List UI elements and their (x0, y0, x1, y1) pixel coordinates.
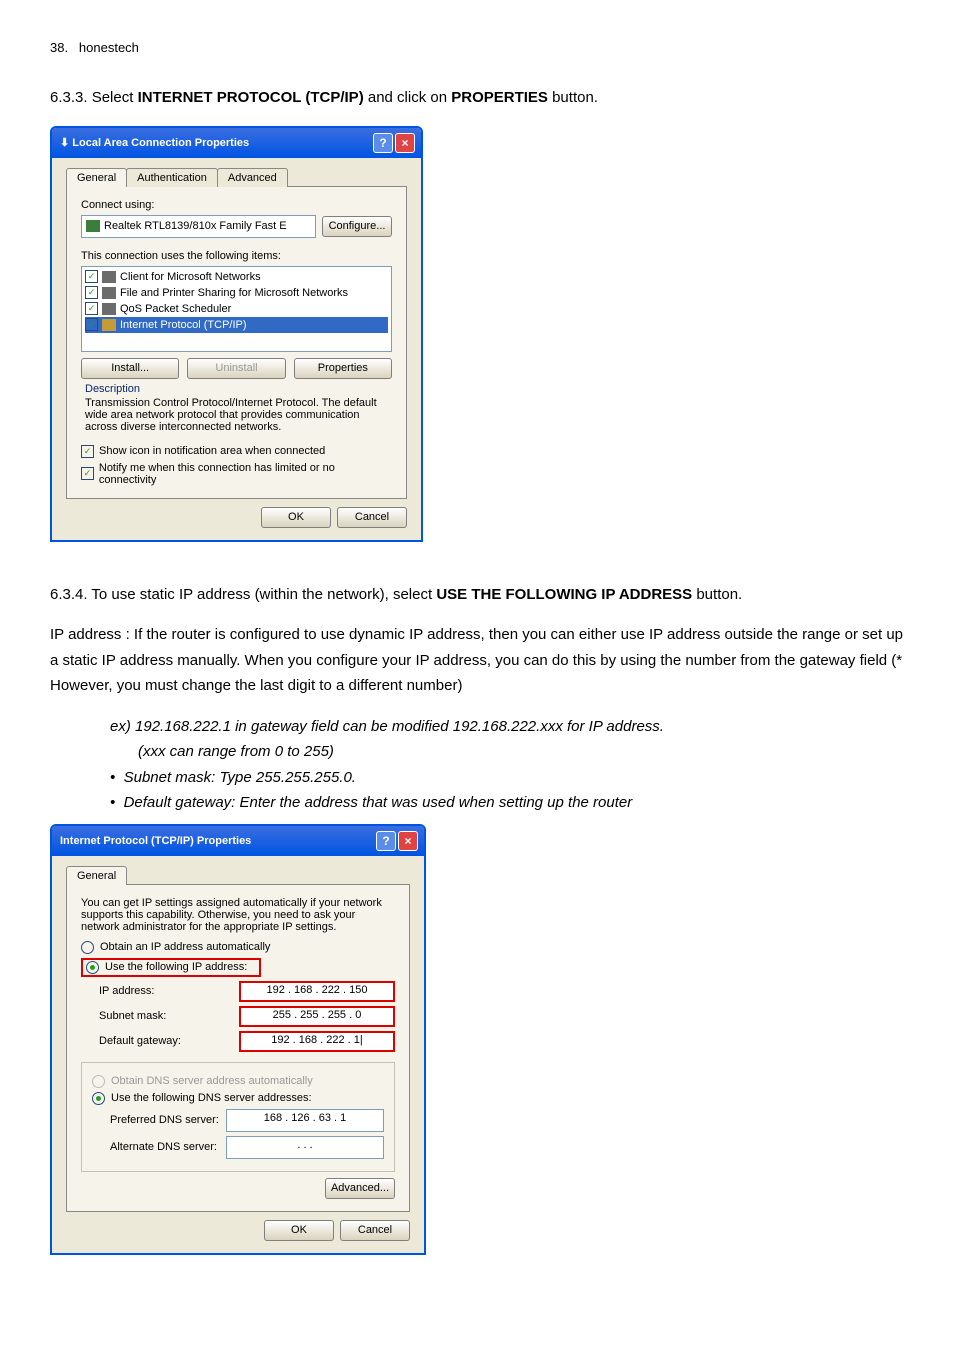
subnet-mask-input[interactable]: 255 . 255 . 255 . 0 (239, 1006, 395, 1027)
ok-button[interactable]: OK (261, 507, 331, 528)
list-item-selected: ✓Internet Protocol (TCP/IP) (85, 317, 388, 333)
preferred-dns-input[interactable]: 168 . 126 . 63 . 1 (226, 1109, 384, 1132)
uninstall-button: Uninstall (187, 358, 285, 379)
checkbox-icon[interactable]: ✓ (81, 445, 94, 458)
description-text: Transmission Control Protocol/Internet P… (85, 397, 388, 433)
ip-address-input[interactable]: 192 . 168 . 222 . 150 (239, 981, 395, 1002)
obtain-auto-radio[interactable]: Obtain an IP address automatically (81, 941, 395, 954)
ip-address-label: IP address: (99, 985, 154, 997)
help-icon[interactable]: ? (376, 831, 396, 851)
use-dns-radio[interactable]: Use the following DNS server addresses: (92, 1092, 384, 1105)
section-6-3-3: 6.3.3. Select INTERNET PROTOCOL (TCP/IP)… (50, 85, 904, 111)
tab-authentication[interactable]: Authentication (126, 168, 218, 187)
checkbox-icon[interactable]: ✓ (85, 270, 98, 283)
list-item: ✓QoS Packet Scheduler (85, 301, 388, 317)
titlebar: ⬇ Local Area Connection Properties ? × (52, 128, 421, 158)
tab-advanced[interactable]: Advanced (217, 168, 288, 187)
checkbox-icon[interactable]: ✓ (85, 318, 98, 331)
adapter-field: Realtek RTL8139/810x Family Fast E (81, 215, 316, 238)
description-label: Description (85, 383, 388, 395)
list-item: ✓Client for Microsoft Networks (85, 269, 388, 285)
dialog-title: Local Area Connection Properties (72, 137, 249, 149)
intro-text: You can get IP settings assigned automat… (81, 897, 395, 933)
service-icon (102, 303, 116, 315)
checkbox-icon[interactable]: ✓ (81, 467, 94, 480)
list-item: ✓File and Printer Sharing for Microsoft … (85, 285, 388, 301)
titlebar: Internet Protocol (TCP/IP) Properties ? … (52, 826, 424, 856)
tab-general[interactable]: General (66, 168, 127, 187)
install-button[interactable]: Install... (81, 358, 179, 379)
client-icon (102, 271, 116, 283)
page-num: 38. (50, 40, 68, 55)
adapter-text: Realtek RTL8139/810x Family Fast E (104, 220, 287, 232)
cancel-button[interactable]: Cancel (337, 507, 407, 528)
use-following-radio[interactable]: Use the following IP address: (81, 958, 261, 977)
down-arrow-icon: ⬇ (60, 137, 69, 149)
obtain-dns-auto-radio: Obtain DNS server address automatically (92, 1075, 384, 1088)
nic-icon (86, 220, 100, 232)
close-icon[interactable]: × (395, 133, 415, 153)
close-icon[interactable]: × (398, 831, 418, 851)
dialog-title: Internet Protocol (TCP/IP) Properties (60, 835, 251, 847)
components-listbox[interactable]: ✓Client for Microsoft Networks ✓File and… (81, 266, 392, 352)
page-company: honestech (79, 40, 139, 55)
configure-button[interactable]: Configure... (322, 216, 392, 237)
default-gateway-label: Default gateway: (99, 1035, 181, 1047)
help-icon[interactable]: ? (373, 133, 393, 153)
connect-using-label: Connect using: (81, 199, 392, 211)
protocol-icon (102, 319, 116, 331)
example-list: ex) 192.168.222.1 in gateway field can b… (110, 714, 904, 816)
checkbox-icon[interactable]: ✓ (85, 286, 98, 299)
notify-label: Notify me when this connection has limit… (99, 462, 392, 486)
properties-button[interactable]: Properties (294, 358, 392, 379)
section-6-3-4-heading: 6.3.4. To use static IP address (within … (50, 582, 904, 608)
subnet-mask-label: Subnet mask: (99, 1010, 166, 1022)
checkbox-icon[interactable]: ✓ (85, 302, 98, 315)
page-header: 38. honestech (50, 40, 904, 55)
section-6-3-4-body: IP address : If the router is configured… (50, 622, 904, 699)
alternate-dns-label: Alternate DNS server: (110, 1141, 217, 1153)
default-gateway-input[interactable]: 192 . 168 . 222 . 1| (239, 1031, 395, 1052)
service-icon (102, 287, 116, 299)
show-icon-label: Show icon in notification area when conn… (99, 445, 325, 457)
preferred-dns-label: Preferred DNS server: (110, 1114, 219, 1126)
lan-properties-dialog: ⬇ Local Area Connection Properties ? × G… (50, 126, 423, 542)
ok-button[interactable]: OK (264, 1220, 334, 1241)
tab-general[interactable]: General (66, 866, 127, 885)
advanced-button[interactable]: Advanced... (325, 1178, 395, 1199)
tcpip-properties-dialog: Internet Protocol (TCP/IP) Properties ? … (50, 824, 426, 1255)
cancel-button[interactable]: Cancel (340, 1220, 410, 1241)
items-label: This connection uses the following items… (81, 250, 392, 262)
alternate-dns-input[interactable]: . . . (226, 1136, 384, 1159)
